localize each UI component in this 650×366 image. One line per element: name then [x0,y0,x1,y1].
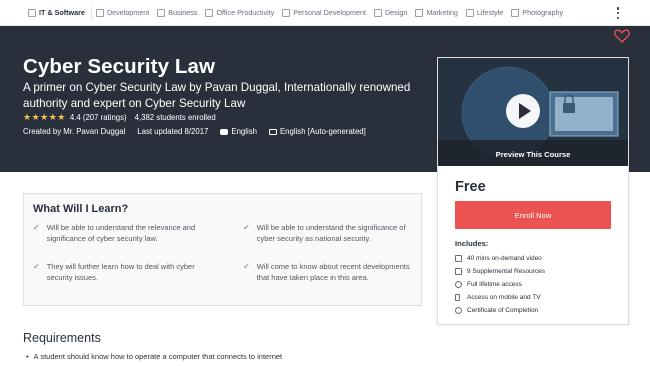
mobile-icon [455,294,460,301]
captions: English [Auto-generated] [268,127,366,136]
includes-list: 40 mins on-demand video 9 Supplemental R… [455,252,545,317]
course-price: Free [455,179,486,195]
nav-item-label: Office Productivity [216,8,275,17]
learn-title: What Will I Learn? [33,203,129,215]
check-icon: ✔ [243,223,250,232]
nav-item-label: Business [168,8,198,17]
infinity-icon [455,281,462,288]
nav-item-business[interactable]: Business [153,0,201,26]
check-icon: ✔ [33,262,40,271]
person-icon [282,8,291,17]
bullet-icon: • [26,352,29,361]
nav-item-office-productivity[interactable]: Office Productivity [201,0,278,26]
list-item: Full lifetime access [455,278,545,291]
include-label: Access on mobile and TV [467,294,541,301]
created-by: Created by Mr. Pavan Duggal [23,127,126,136]
enroll-now-button[interactable]: Enroll Now [455,201,611,229]
enrolled-count: 4,382 students enrolled [134,113,216,122]
learn-item: ✔ Will be able to understand the signifi… [243,222,413,244]
preview-label: Preview This Course [495,150,571,159]
nav-item-label: Marketing [426,8,458,17]
play-icon[interactable] [506,94,540,128]
include-label: 40 mins on-demand video [467,255,542,262]
video-icon [455,255,462,262]
list-item: 9 Supplemental Resources [455,265,545,278]
nav-item-marketing[interactable]: Marketing [411,0,462,26]
camera-icon [511,8,520,17]
code-icon [95,8,104,17]
speech-bubble-icon [220,128,229,135]
last-updated: Last updated 8/2017 [137,127,209,136]
star-rating-icon: ★★★★★ [23,112,66,122]
more-menu-icon[interactable] [616,7,620,19]
list-item: 40 mins on-demand video [455,252,545,265]
course-purchase-card: Preview This Course Free Enroll Now Incl… [437,57,629,325]
includes-title: Includes: [455,239,489,248]
learn-item-text: They will further learn how to deal with… [46,262,195,282]
certificate-icon [455,307,462,314]
nav-item-design[interactable]: Design [370,0,411,26]
list-item: Certificate of Completion [455,304,545,317]
learn-item: ✔ Will be able to understand the relevan… [33,222,213,244]
what-will-i-learn-box: What Will I Learn? ✔ Will be able to und… [23,193,422,306]
megaphone-icon [415,8,424,17]
captions-label: English [Auto-generated] [279,127,366,136]
course-subtitle: A primer on Cyber Security Law by Pavan … [23,81,411,110]
learn-item-text: Will be able to understand the significa… [256,223,406,243]
nav-item-label: Photography [522,8,564,17]
learn-item: ✔ Will come to know about recent develop… [243,261,413,283]
nav-item-label: IT & Software [39,8,85,17]
nav-item-personal-development[interactable]: Personal Development [278,0,370,26]
check-icon: ✔ [33,223,40,232]
learn-item-text: Will come to know about recent developme… [256,262,410,282]
list-item: • A student should know how to operate a… [23,352,282,361]
rating-row: ★★★★★ 4.4 (207 ratings) 4,382 students e… [23,112,216,123]
category-nav: IT & Software Development Business Offic… [0,0,650,26]
course-preview-video[interactable]: Preview This Course [438,58,628,166]
language-label: English [231,127,257,136]
nav-item-photography[interactable]: Photography [507,0,567,26]
wishlist-heart-icon[interactable] [614,29,630,43]
requirement-text: A student should know how to operate a c… [33,352,283,361]
closed-captions-icon [268,128,277,135]
chart-icon [157,8,166,17]
nav-item-label: Development [106,8,150,17]
pen-icon [373,8,382,17]
monitor-icon [28,8,36,17]
include-label: Full lifetime access [467,281,522,288]
rating-text: 4.4 (207 ratings) [69,113,127,122]
include-label: 9 Supplemental Resources [467,268,546,275]
check-icon: ✔ [243,262,250,271]
nav-item-it-software[interactable]: IT & Software [24,0,91,26]
nav-item-label: Lifestyle [476,8,504,17]
lifestyle-icon [465,8,474,17]
course-title: Cyber Security Law [23,55,216,78]
language: English [220,127,257,136]
nav-item-label: Design [384,8,408,17]
include-label: Certificate of Completion [467,307,539,314]
briefcase-icon [205,8,214,17]
requirements-title: Requirements [23,331,101,345]
document-icon [455,268,462,275]
nav-item-development[interactable]: Development [92,0,153,26]
nav-item-label: Personal Development [293,8,366,17]
list-item: Access on mobile and TV [455,291,545,304]
nav-item-lifestyle[interactable]: Lifestyle [462,0,507,26]
learn-item-text: Will be able to understand the relevance… [46,223,196,243]
course-meta: Created by Mr. Pavan Duggal Last updated… [23,127,378,136]
learn-item: ✔ They will further learn how to deal wi… [33,261,213,283]
